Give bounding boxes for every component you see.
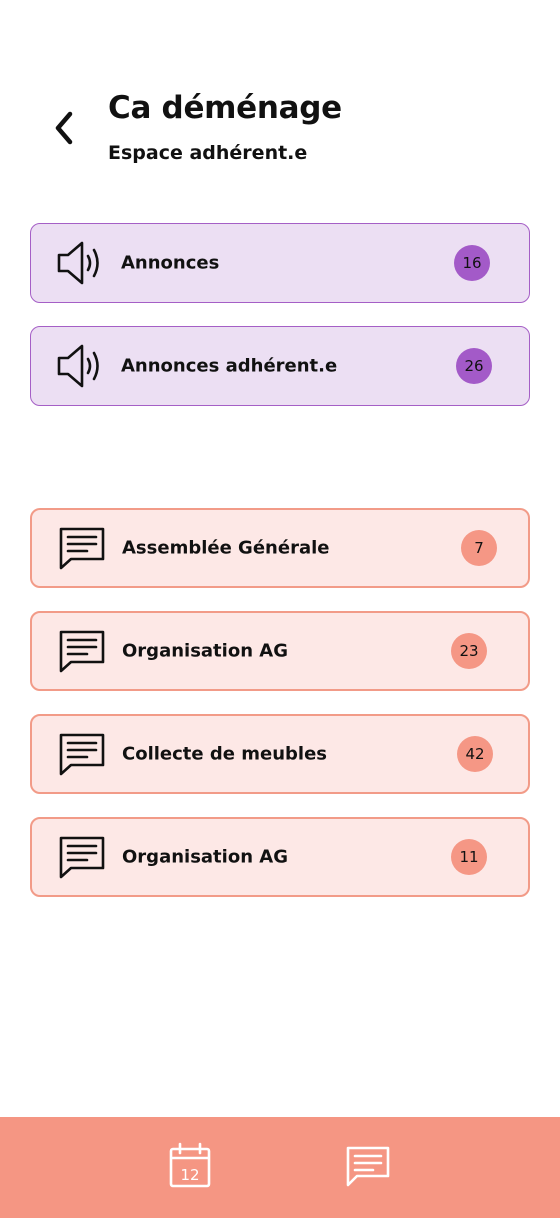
channel-organisation-ag[interactable]: Organisation AG 23 <box>30 611 530 691</box>
page-subtitle: Espace adhérent.e <box>108 142 308 164</box>
channel-assemblee-generale[interactable]: Assemblée Générale 7 <box>30 508 530 588</box>
calendar-day: 12 <box>180 1166 199 1184</box>
speaker-icon <box>55 238 107 288</box>
calendar-icon: 12 <box>169 1142 211 1188</box>
messages-nav-button[interactable] <box>343 1141 393 1191</box>
channel-label: Assemblée Générale <box>122 537 330 559</box>
channel-annonces-adherent[interactable]: Annonces adhérent.e 26 <box>30 326 530 406</box>
unread-count-badge: 26 <box>456 348 492 384</box>
calendar-nav-button[interactable]: 12 <box>165 1141 215 1191</box>
channel-label: Organisation AG <box>122 846 288 868</box>
bottom-nav-bar: 12 <box>0 1117 560 1218</box>
unread-count-badge: 23 <box>451 633 487 669</box>
message-icon <box>56 523 108 573</box>
back-button[interactable] <box>40 104 88 152</box>
speaker-icon <box>55 341 107 391</box>
message-icon <box>56 626 108 676</box>
channel-annonces[interactable]: Annonces 16 <box>30 223 530 303</box>
channel-label: Collecte de meubles <box>122 743 327 765</box>
page-title: Ca déménage <box>108 90 342 126</box>
message-icon <box>56 729 108 779</box>
message-icon <box>56 832 108 882</box>
unread-count-badge: 16 <box>454 245 490 281</box>
channel-label: Annonces adhérent.e <box>121 355 338 377</box>
channel-label: Annonces <box>121 252 220 274</box>
chevron-left-icon <box>55 111 73 145</box>
channel-organisation-ag-2[interactable]: Organisation AG 11 <box>30 817 530 897</box>
message-icon <box>346 1146 390 1187</box>
unread-count-badge: 11 <box>451 839 487 875</box>
unread-count-badge: 42 <box>457 736 493 772</box>
channel-label: Organisation AG <box>122 640 288 662</box>
channel-collecte-de-meubles[interactable]: Collecte de meubles 42 <box>30 714 530 794</box>
unread-count-badge: 7 <box>461 530 497 566</box>
